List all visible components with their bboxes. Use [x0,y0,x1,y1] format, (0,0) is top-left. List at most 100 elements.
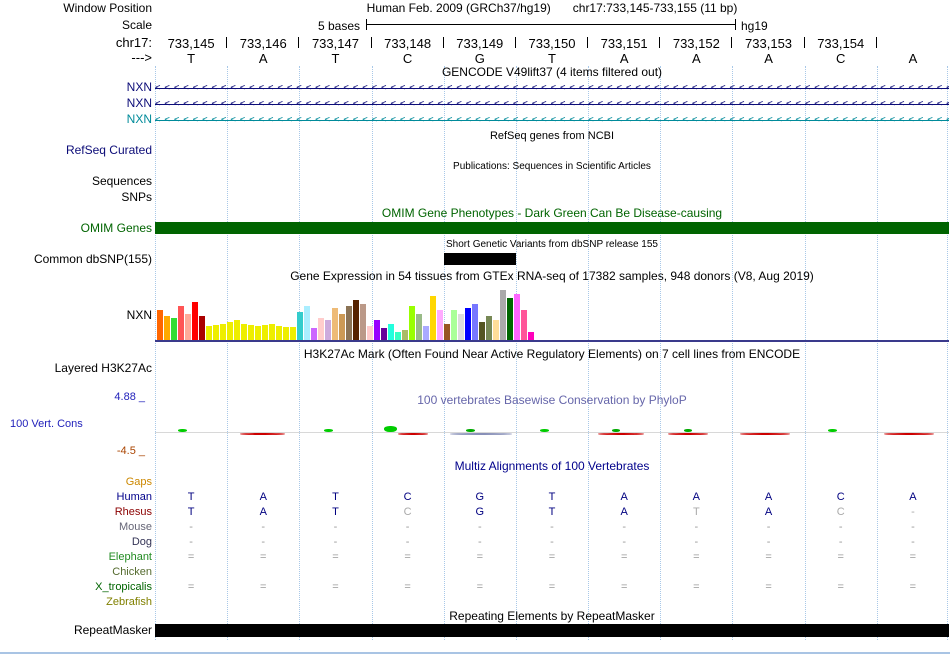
gencode-gene-label-1[interactable]: NXN [0,81,152,94]
omim-track-title[interactable]: OMIM Gene Phenotypes - Dark Green Can Be… [155,207,949,219]
gtex-track-title[interactable]: Gene Expression in 54 tissues from GTEx … [155,270,949,282]
multiz-species-label[interactable]: Elephant [0,550,152,564]
gtex-bar[interactable] [353,300,359,340]
gtex-bar[interactable] [220,324,226,340]
snps-label[interactable]: SNPs [0,191,152,204]
sequences-label[interactable]: Sequences [0,175,152,188]
gtex-bar[interactable] [367,326,373,340]
gtex-bar[interactable] [486,316,492,340]
ruler-tick-label: 733,145 [167,36,215,51]
gtex-bar[interactable] [178,306,184,340]
multiz-cell: = [620,551,628,563]
multiz-species-label[interactable]: Chicken [0,565,152,579]
gtex-bar[interactable] [500,290,506,340]
gtex-bar[interactable] [521,310,527,340]
gtex-bar[interactable] [276,326,282,340]
gtex-bar[interactable] [297,312,303,340]
gtex-bar[interactable] [479,322,485,340]
gtex-bar[interactable] [339,314,345,340]
publications-track-title[interactable]: Publications: Sequences in Scientific Ar… [155,161,949,173]
gtex-bar[interactable] [234,320,240,340]
multiz-species-label[interactable]: Human [0,490,152,504]
gtex-bar[interactable] [388,324,394,340]
gtex-bar[interactable] [283,327,289,340]
gtex-bar[interactable] [402,330,408,340]
gtex-bar[interactable] [346,306,352,340]
gtex-bar[interactable] [241,324,247,340]
gtex-bar[interactable] [444,324,450,340]
gtex-bar[interactable] [185,314,191,340]
multiz-species-label[interactable]: Zebrafish [0,595,152,609]
base-letter: T [331,51,340,66]
multiz-species-label[interactable]: X_tropicalis [0,580,152,594]
gtex-bar[interactable] [199,316,205,340]
gtex-bar[interactable] [304,306,310,340]
scale-label: Scale [121,18,152,32]
gtex-bar[interactable] [164,316,170,340]
gtex-bar[interactable] [430,296,436,340]
multiz-species-label[interactable]: Rhesus [0,505,152,519]
gtex-bar[interactable] [227,322,233,340]
h3k27ac-track-label[interactable]: Layered H3K27Ac [0,362,152,375]
gtex-bar[interactable] [290,327,296,340]
multiz-cell: = [837,551,844,563]
dbsnp-track-label[interactable]: Common dbSNP(155) [0,253,152,266]
gtex-bar[interactable] [262,325,268,340]
gtex-bar[interactable] [416,314,422,340]
dbsnp-track-title[interactable]: Short Genetic Variants from dbSNP releas… [155,239,949,251]
gencode-transcript[interactable]: <<<<<<<<<<<<<<<<<<<<<<<<<<<<<<<<<<<<<<<<… [155,116,949,125]
multiz-cell: - [405,536,410,548]
gtex-bar[interactable] [514,294,520,340]
gtex-bar[interactable] [311,328,317,340]
gtex-bar[interactable] [472,304,478,340]
gtex-bar[interactable] [255,326,261,340]
multiz-species-label[interactable]: Mouse [0,520,152,534]
repeatmasker-bar[interactable] [155,624,949,637]
gtex-bar[interactable] [451,310,457,340]
gtex-bar[interactable] [395,332,401,340]
multiz-species-label[interactable]: Gaps [0,475,152,489]
multiz-cell: T [548,506,556,518]
gtex-bar[interactable] [157,310,163,340]
gtex-bar[interactable] [458,314,464,340]
gencode-transcript[interactable]: <<<<<<<<<<<<<<<<<<<<<<<<<<<<<<<<<<<<<<<<… [155,100,949,109]
gtex-bar[interactable] [318,318,324,340]
multiz-cell: A [620,491,628,503]
gtex-bar[interactable] [423,326,429,340]
gtex-bar[interactable] [374,320,380,340]
phylop-track-title[interactable]: 100 vertebrates Basewise Conservation by… [155,394,949,406]
omim-genes-bar[interactable] [155,222,949,234]
repeatmasker-label[interactable]: RepeatMasker [0,624,152,637]
gtex-bar[interactable] [360,304,366,340]
multiz-species-label[interactable]: Dog [0,535,152,549]
gencode-gene-label-3[interactable]: NXN [0,113,152,126]
gtex-bar[interactable] [493,320,499,340]
refseq-track-title[interactable]: RefSeq genes from NCBI [155,130,949,142]
gtex-bar[interactable] [528,332,534,340]
gtex-bar[interactable] [192,302,198,340]
gtex-bar[interactable] [213,325,219,340]
gtex-bar[interactable] [206,326,212,340]
gtex-bar[interactable] [269,324,275,340]
gencode-transcript[interactable]: <<<<<<<<<<<<<<<<<<<<<<<<<<<<<<<<<<<<<<<<… [155,84,949,93]
gtex-bar[interactable] [507,298,513,340]
gtex-bar[interactable] [171,318,177,340]
gencode-track-title[interactable]: GENCODE V49lift37 (4 items filtered out) [155,66,949,78]
gtex-bar[interactable] [465,308,471,340]
gtex-bar[interactable] [325,320,331,340]
gtex-gene-label[interactable]: NXN [0,309,152,322]
phylop-track-label[interactable]: 100 Vert. Cons [10,418,83,430]
multiz-track-title[interactable]: Multiz Alignments of 100 Vertebrates [155,460,949,472]
h3k27ac-track-title[interactable]: H3K27Ac Mark (Often Found Near Active Re… [155,348,949,360]
refseq-curated-label[interactable]: RefSeq Curated [0,144,152,157]
gtex-bar[interactable] [409,306,415,340]
scale-assembly-label: hg19 [741,19,768,33]
repeatmasker-track-title[interactable]: Repeating Elements by RepeatMasker [155,610,949,622]
gencode-gene-label-2[interactable]: NXN [0,97,152,110]
gtex-bar[interactable] [381,328,387,340]
gtex-bar[interactable] [437,310,443,340]
dbsnp-variant-bar[interactable] [444,253,516,265]
gtex-bar[interactable] [332,308,338,340]
gtex-bar[interactable] [248,325,254,340]
omim-genes-label[interactable]: OMIM Genes [0,222,152,235]
